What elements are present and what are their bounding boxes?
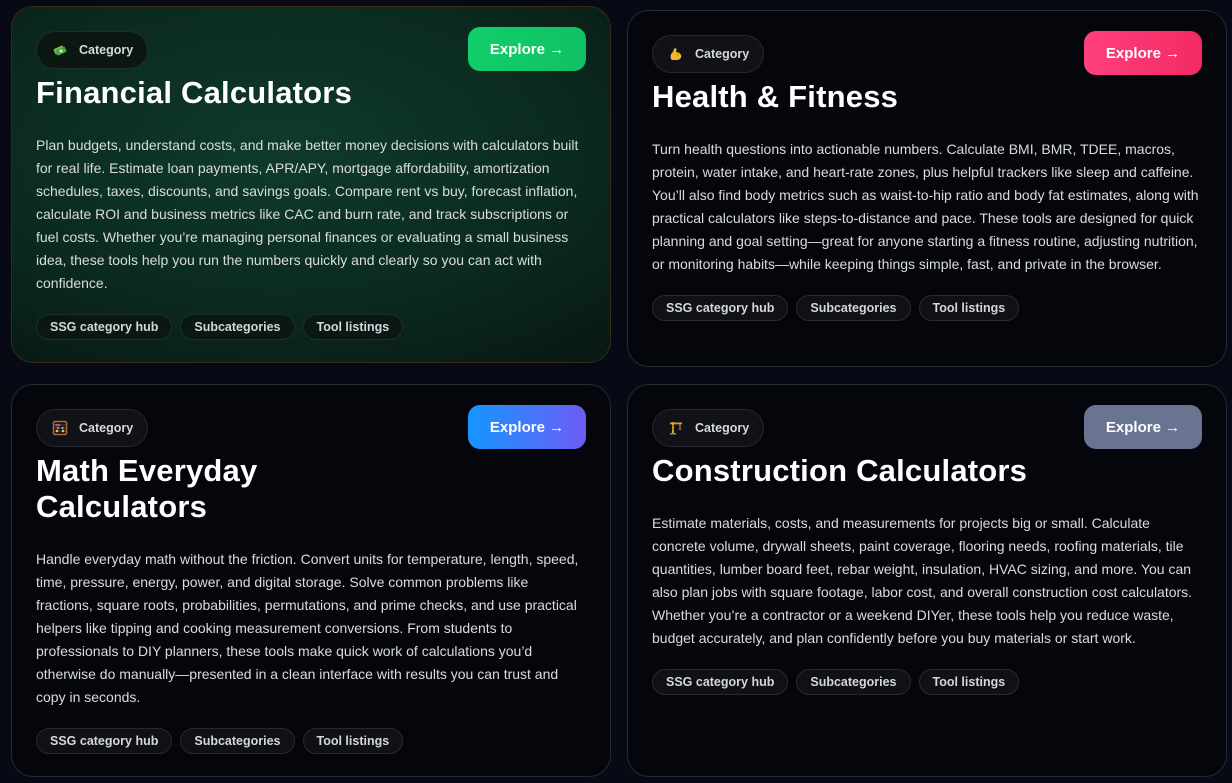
tag-ssg-category-hub: SSG category hub [652, 295, 789, 321]
tag-subcategories: Subcategories [796, 295, 911, 321]
card-description: Plan budgets, understand costs, and make… [36, 137, 579, 291]
tag-tool-listings: Tool listings [302, 314, 404, 340]
card-header: Category Explore → [652, 405, 1202, 449]
category-card-financial: Category Explore → Financial Calculators… [11, 6, 611, 363]
category-label: Category [79, 421, 134, 435]
category-badge: Category [36, 31, 149, 69]
abacus-icon [51, 419, 69, 437]
category-grid: Category Explore → Financial Calculators… [0, 0, 1232, 783]
money-stack-icon [51, 41, 69, 59]
card-title: Construction Calculators [652, 453, 1028, 488]
card-title: Financial Calculators [36, 75, 353, 110]
construction-crane-icon [667, 419, 685, 437]
tag-subcategories: Subcategories [180, 728, 295, 754]
card-title: Math Everyday Calculators [36, 453, 586, 525]
tag-tool-listings: Tool listings [918, 669, 1020, 695]
tag-subcategories: Subcategories [796, 669, 911, 695]
category-card-health: Category Explore → Health & Fitness Turn… [627, 10, 1227, 367]
tag-subcategories: Subcategories [180, 314, 295, 340]
card-header: Category Explore → [652, 31, 1202, 75]
category-badge: Category [652, 35, 765, 73]
category-label: Category [695, 421, 750, 435]
explore-button[interactable]: Explore → [468, 405, 586, 449]
card-description: Estimate materials, costs, and measureme… [652, 515, 1193, 646]
explore-button[interactable]: Explore → [1084, 31, 1202, 75]
category-badge: Category [36, 409, 149, 447]
card-description: Turn health questions into actionable nu… [652, 141, 1199, 272]
tag-list: SSG category hub Subcategories Tool list… [652, 669, 1202, 695]
explore-button[interactable]: Explore → [1084, 405, 1202, 449]
tag-list: SSG category hub Subcategories Tool list… [652, 295, 1202, 321]
card-header: Category Explore → [36, 405, 586, 449]
category-badge: Category [652, 409, 765, 447]
tag-ssg-category-hub: SSG category hub [36, 728, 173, 754]
category-card-math: Category Explore → Math Everyday Calcula… [11, 384, 611, 777]
tag-tool-listings: Tool listings [918, 295, 1020, 321]
tag-list: SSG category hub Subcategories Tool list… [36, 728, 586, 754]
category-card-construction: Category Explore → Construction Calculat… [627, 384, 1227, 777]
card-header: Category Explore → [36, 27, 586, 71]
explore-button[interactable]: Explore → [468, 27, 586, 71]
category-label: Category [695, 47, 750, 61]
card-title: Health & Fitness [652, 79, 899, 114]
flexed-biceps-icon [667, 45, 685, 63]
card-title-line2: Calculators [36, 489, 208, 524]
card-description: Handle everyday math without the frictio… [36, 551, 579, 705]
tag-tool-listings: Tool listings [302, 728, 404, 754]
tag-ssg-category-hub: SSG category hub [36, 314, 173, 340]
card-title-line1: Math Everyday [36, 453, 258, 488]
category-label: Category [79, 43, 134, 57]
tag-list: SSG category hub Subcategories Tool list… [36, 314, 586, 340]
tag-ssg-category-hub: SSG category hub [652, 669, 789, 695]
